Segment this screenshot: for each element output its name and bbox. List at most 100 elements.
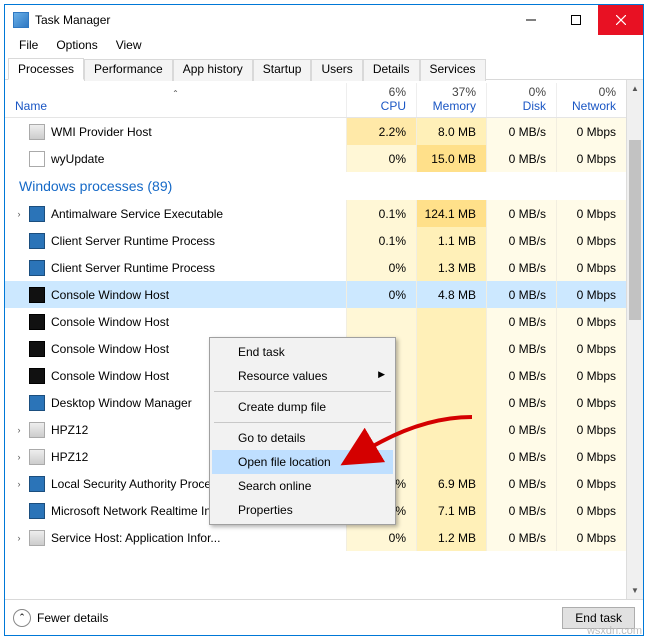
cell-network: 0 Mbps xyxy=(556,416,626,443)
expand-icon[interactable]: › xyxy=(13,533,25,543)
cell-network: 0 Mbps xyxy=(556,308,626,335)
expand-icon[interactable]: › xyxy=(13,209,25,219)
menu-options[interactable]: Options xyxy=(48,36,105,54)
footer: ⌃ Fewer details End task xyxy=(5,599,643,635)
cell-network: 0 Mbps xyxy=(556,227,626,254)
process-name: wyUpdate xyxy=(51,152,104,166)
cell-network: 0 Mbps xyxy=(556,470,626,497)
cell-cpu: 0% xyxy=(346,254,416,281)
cell-memory: 8.0 MB xyxy=(416,118,486,145)
vertical-scrollbar[interactable]: ▲ ▼ xyxy=(626,80,643,599)
table-row[interactable]: Console Window Host0%4.8 MB0 MB/s0 Mbps xyxy=(5,281,626,308)
process-icon xyxy=(29,449,45,465)
cell-disk: 0 MB/s xyxy=(486,497,556,524)
tab-services[interactable]: Services xyxy=(420,59,486,81)
tab-app-history[interactable]: App history xyxy=(173,59,253,81)
cell-disk: 0 MB/s xyxy=(486,254,556,281)
ctx-create-dump[interactable]: Create dump file xyxy=(212,395,393,419)
process-name: WMI Provider Host xyxy=(51,125,152,139)
process-icon xyxy=(29,503,45,519)
col-cpu[interactable]: 6%CPU xyxy=(346,83,416,117)
cell-cpu: 0.1% xyxy=(346,227,416,254)
process-name: Console Window Host xyxy=(51,315,169,329)
task-manager-window: Task Manager File Options View Processes… xyxy=(4,4,644,636)
menu-view[interactable]: View xyxy=(108,36,150,54)
process-icon xyxy=(29,530,45,546)
tab-details[interactable]: Details xyxy=(363,59,420,81)
process-name: Antimalware Service Executable xyxy=(51,207,223,221)
col-network[interactable]: 0%Network xyxy=(556,83,626,117)
close-button[interactable] xyxy=(598,5,643,35)
cell-network: 0 Mbps xyxy=(556,497,626,524)
process-icon xyxy=(29,368,45,384)
cell-disk: 0 MB/s xyxy=(486,416,556,443)
ctx-end-task[interactable]: End task xyxy=(212,340,393,364)
app-icon xyxy=(13,12,29,28)
cell-memory: 124.1 MB xyxy=(416,200,486,227)
cell-network: 0 Mbps xyxy=(556,118,626,145)
cell-memory xyxy=(416,389,486,416)
tab-processes[interactable]: Processes xyxy=(8,58,84,80)
scroll-down-icon[interactable]: ▼ xyxy=(627,582,643,599)
cell-network: 0 Mbps xyxy=(556,362,626,389)
col-name[interactable]: ⌃ Name xyxy=(5,89,346,117)
table-row[interactable]: › Antimalware Service Executable 0.1%124.1… xyxy=(5,200,626,227)
cell-memory: 15.0 MB xyxy=(416,145,486,172)
process-name: Microsoft Network Realtime Ins... xyxy=(51,504,227,518)
column-headers: ⌃ Name 6%CPU 37%Memory 0%Disk 0%Network xyxy=(5,80,626,118)
process-name: Desktop Window Manager xyxy=(51,396,192,410)
col-memory[interactable]: 37%Memory xyxy=(416,83,486,117)
expand-icon[interactable]: › xyxy=(13,425,25,435)
cell-disk: 0 MB/s xyxy=(486,308,556,335)
maximize-button[interactable] xyxy=(553,5,598,35)
process-icon xyxy=(29,422,45,438)
cell-memory xyxy=(416,308,486,335)
scroll-thumb[interactable] xyxy=(629,140,641,320)
cell-cpu: 0.1% xyxy=(346,200,416,227)
cell-network: 0 Mbps xyxy=(556,443,626,470)
table-row[interactable]: ›Service Host: Application Infor...0%1.2… xyxy=(5,524,626,551)
cell-disk: 0 MB/s xyxy=(486,118,556,145)
ctx-go-details[interactable]: Go to details xyxy=(212,426,393,450)
cell-memory: 7.1 MB xyxy=(416,497,486,524)
table-row[interactable]: WMI Provider Host2.2%8.0 MB0 MB/s0 Mbps xyxy=(5,118,626,145)
tab-performance[interactable]: Performance xyxy=(84,59,173,81)
title-bar[interactable]: Task Manager xyxy=(5,5,643,35)
process-icon xyxy=(29,476,45,492)
fewer-details-button[interactable]: ⌃ Fewer details xyxy=(13,609,108,627)
table-row[interactable]: wyUpdate0%15.0 MB0 MB/s0 Mbps xyxy=(5,145,626,172)
menu-file[interactable]: File xyxy=(11,36,46,54)
cell-memory: 4.8 MB xyxy=(416,281,486,308)
tab-startup[interactable]: Startup xyxy=(253,59,312,81)
cell-cpu: 0% xyxy=(346,145,416,172)
ctx-search-online[interactable]: Search online xyxy=(212,474,393,498)
cell-network: 0 Mbps xyxy=(556,254,626,281)
ctx-resource-values[interactable]: Resource values▶ xyxy=(212,364,393,388)
window-title: Task Manager xyxy=(35,13,508,27)
ctx-open-file-location[interactable]: Open file location xyxy=(212,450,393,474)
process-icon xyxy=(29,124,45,140)
cell-disk: 0 MB/s xyxy=(486,362,556,389)
process-group-header: Windows processes (89) xyxy=(5,172,626,200)
tab-users[interactable]: Users xyxy=(311,59,362,81)
table-row[interactable]: Client Server Runtime Process0.1%1.1 MB0… xyxy=(5,227,626,254)
context-menu: End task Resource values▶ Create dump fi… xyxy=(209,337,396,525)
table-row[interactable]: Console Window Host 0 MB/s0 Mbps xyxy=(5,308,626,335)
scroll-up-icon[interactable]: ▲ xyxy=(627,80,643,97)
cell-disk: 0 MB/s xyxy=(486,470,556,497)
process-name: HPZ12 xyxy=(51,450,88,464)
ctx-properties[interactable]: Properties xyxy=(212,498,393,522)
table-row[interactable]: Client Server Runtime Process0%1.3 MB0 M… xyxy=(5,254,626,281)
expand-icon[interactable]: › xyxy=(13,452,25,462)
expand-icon[interactable]: › xyxy=(13,479,25,489)
process-name: Console Window Host xyxy=(51,288,169,302)
cell-disk: 0 MB/s xyxy=(486,335,556,362)
minimize-button[interactable] xyxy=(508,5,553,35)
col-disk[interactable]: 0%Disk xyxy=(486,83,556,117)
process-icon xyxy=(29,287,45,303)
cell-memory xyxy=(416,416,486,443)
process-name: HPZ12 xyxy=(51,423,88,437)
process-icon xyxy=(29,341,45,357)
cell-memory: 1.3 MB xyxy=(416,254,486,281)
tab-strip: Processes Performance App history Startu… xyxy=(5,57,643,80)
